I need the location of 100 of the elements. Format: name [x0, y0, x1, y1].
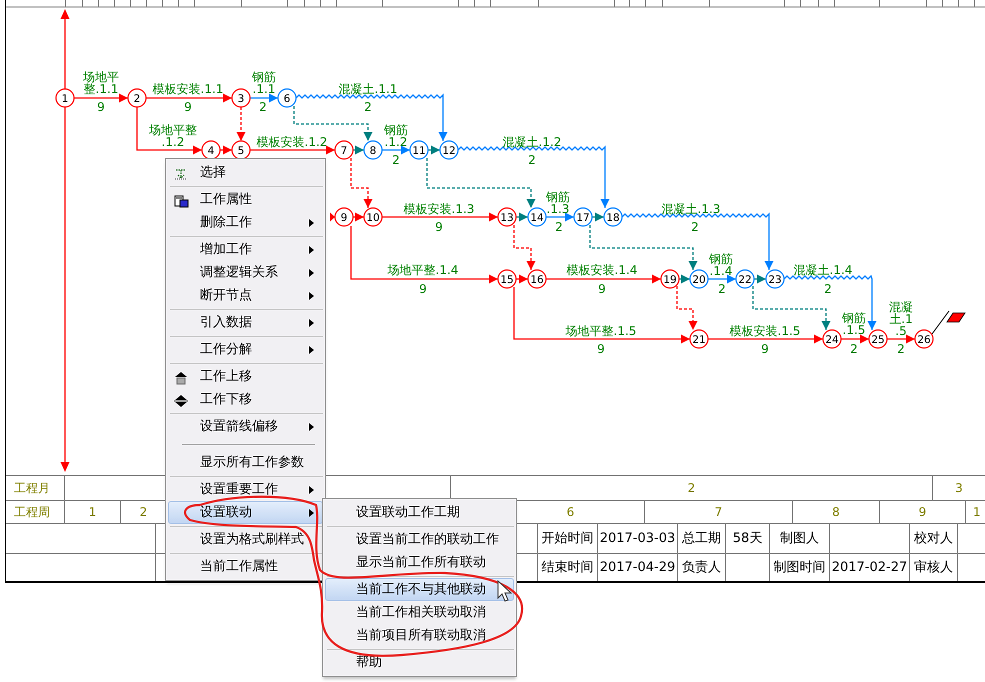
event-node[interactable]: 19: [660, 269, 680, 289]
event-node[interactable]: 10: [363, 207, 383, 227]
duration-label: 2: [718, 282, 726, 296]
activity-label: 场地平整 .1.2: [149, 123, 197, 149]
move-down-icon: [173, 393, 189, 409]
event-node[interactable]: 17: [573, 207, 593, 227]
menu-item[interactable]: 当前工作不与其他联动: [325, 578, 514, 601]
menu-item[interactable]: 显示所有工作参数: [168, 451, 323, 474]
menu-item[interactable]: 设置当前工作的联动工作: [325, 528, 514, 551]
flag-icon: [932, 310, 966, 334]
duration-label: 9: [597, 342, 605, 356]
activity-label: 模板安装.1.3: [404, 202, 474, 216]
week-cell: 9: [880, 501, 966, 523]
field-label: 总工期: [678, 524, 726, 553]
event-node[interactable]: 26: [914, 329, 934, 349]
activity-label: 模板安装.1.1: [152, 82, 224, 96]
activity-label: 混凝土.1.3: [662, 202, 720, 216]
menu-item[interactable]: 当前工作属性: [168, 555, 323, 578]
duration-label: 2: [364, 100, 372, 114]
menu-item[interactable]: 删除工作: [168, 211, 323, 234]
menu-item[interactable]: 工作属性: [168, 188, 323, 211]
field-label: 负责人: [678, 554, 726, 581]
event-node[interactable]: 25: [868, 329, 888, 349]
field-label: 校对人: [910, 524, 958, 553]
move-up-icon: [173, 370, 189, 386]
duration-label: 9: [761, 342, 769, 356]
event-node[interactable]: 21: [689, 329, 709, 349]
event-node[interactable]: 23: [765, 269, 785, 289]
menu-item[interactable]: 工作分解: [168, 338, 323, 361]
menu-item[interactable]: 调整逻辑关系: [168, 261, 323, 284]
duration-label: 2: [392, 153, 400, 167]
duration-label: 2: [259, 100, 267, 114]
event-node[interactable]: 7: [334, 140, 354, 160]
event-node[interactable]: 14: [527, 207, 547, 227]
row-label: 工程周: [6, 501, 65, 523]
activity-label: 混凝土.1.2: [502, 135, 562, 149]
properties-icon: [173, 193, 189, 209]
menu-item[interactable]: 显示当前工作所有联动: [325, 551, 514, 574]
event-node[interactable]: 8: [363, 140, 383, 160]
menu-item[interactable]: 选择: [168, 161, 323, 184]
event-node[interactable]: 13: [497, 207, 517, 227]
field-label: 审核人: [910, 554, 958, 581]
activity-label: 钢筋 .1.2: [384, 123, 408, 149]
field-value: 2017-03-03: [598, 524, 678, 553]
field-label: 制图时间: [770, 554, 830, 581]
month-cell: 3: [933, 476, 985, 500]
activity-label: 钢筋 .1.1: [252, 70, 276, 96]
event-node[interactable]: 11: [409, 140, 429, 160]
field-value: 58天: [726, 524, 770, 553]
event-node[interactable]: 2: [127, 88, 147, 108]
duration-label: 9: [435, 220, 443, 234]
field-label: 制图人: [770, 524, 830, 553]
event-node[interactable]: 18: [603, 207, 623, 227]
event-node[interactable]: 12: [439, 140, 459, 160]
event-node[interactable]: 16: [527, 269, 547, 289]
event-node[interactable]: 24: [822, 329, 842, 349]
menu-item[interactable]: 工作上移: [168, 365, 323, 388]
event-node[interactable]: 9: [334, 207, 354, 227]
menu-item[interactable]: 设置箭线偏移: [168, 415, 323, 438]
activity-label: 场地平整.1.5: [566, 324, 636, 338]
menu-item[interactable]: 断开节点: [168, 284, 323, 307]
duration-label: 9: [598, 282, 606, 296]
activity-label: 混凝 土.1 .5: [889, 300, 913, 338]
menu-item[interactable]: 增加工作: [168, 238, 323, 261]
row-label: 工程月: [6, 476, 65, 500]
event-node[interactable]: 3: [231, 88, 251, 108]
field-value: 2017-02-27: [830, 554, 910, 581]
menu-item[interactable]: 设置重要工作: [168, 478, 323, 501]
duration-label: 2: [555, 220, 563, 234]
week-cell: 7: [645, 501, 793, 523]
activity-label: 钢筋 .1.4: [709, 252, 733, 278]
week-cell: 1: [966, 501, 985, 523]
activity-label: 钢筋 .1.5: [842, 311, 866, 337]
menu-item[interactable]: 工作下移: [168, 388, 323, 411]
menu-item[interactable]: 引入数据: [168, 311, 323, 334]
event-node[interactable]: 1: [55, 88, 75, 108]
duration-label: 2: [897, 342, 905, 356]
duration-label: 2: [850, 342, 858, 356]
menu-item[interactable]: 设置为格式刷样式: [168, 528, 323, 551]
duration-label: 2: [824, 282, 832, 296]
week-cell: 1: [65, 501, 121, 523]
activity-label: 模板安装.1.4: [566, 263, 638, 277]
field-value: 2017-04-29: [598, 554, 678, 581]
menu-item[interactable]: 设置联动: [168, 501, 323, 524]
event-node[interactable]: 15: [497, 269, 517, 289]
menu-item[interactable]: 当前项目所有联动取消: [325, 624, 514, 647]
event-node[interactable]: 22: [735, 269, 755, 289]
activity-label: 混凝土.1.1: [338, 82, 398, 96]
activity-label: 模板安装.1.5: [730, 324, 800, 338]
menu-item[interactable]: 当前工作相关联动取消: [325, 601, 514, 624]
duration-label: 9: [184, 100, 192, 114]
field-label: 开始时间: [538, 524, 598, 553]
activity-label: 混凝土.1.4: [794, 263, 852, 277]
activity-label: 模板安装.1.2: [256, 135, 328, 149]
activity-label: 场地平整.1.4: [388, 263, 458, 277]
event-node[interactable]: 20: [689, 269, 709, 289]
duration-label: 2: [528, 153, 536, 167]
activity-label: 钢筋 .1.3: [546, 190, 570, 216]
event-node[interactable]: 6: [277, 88, 297, 108]
duration-label: 9: [419, 282, 427, 296]
